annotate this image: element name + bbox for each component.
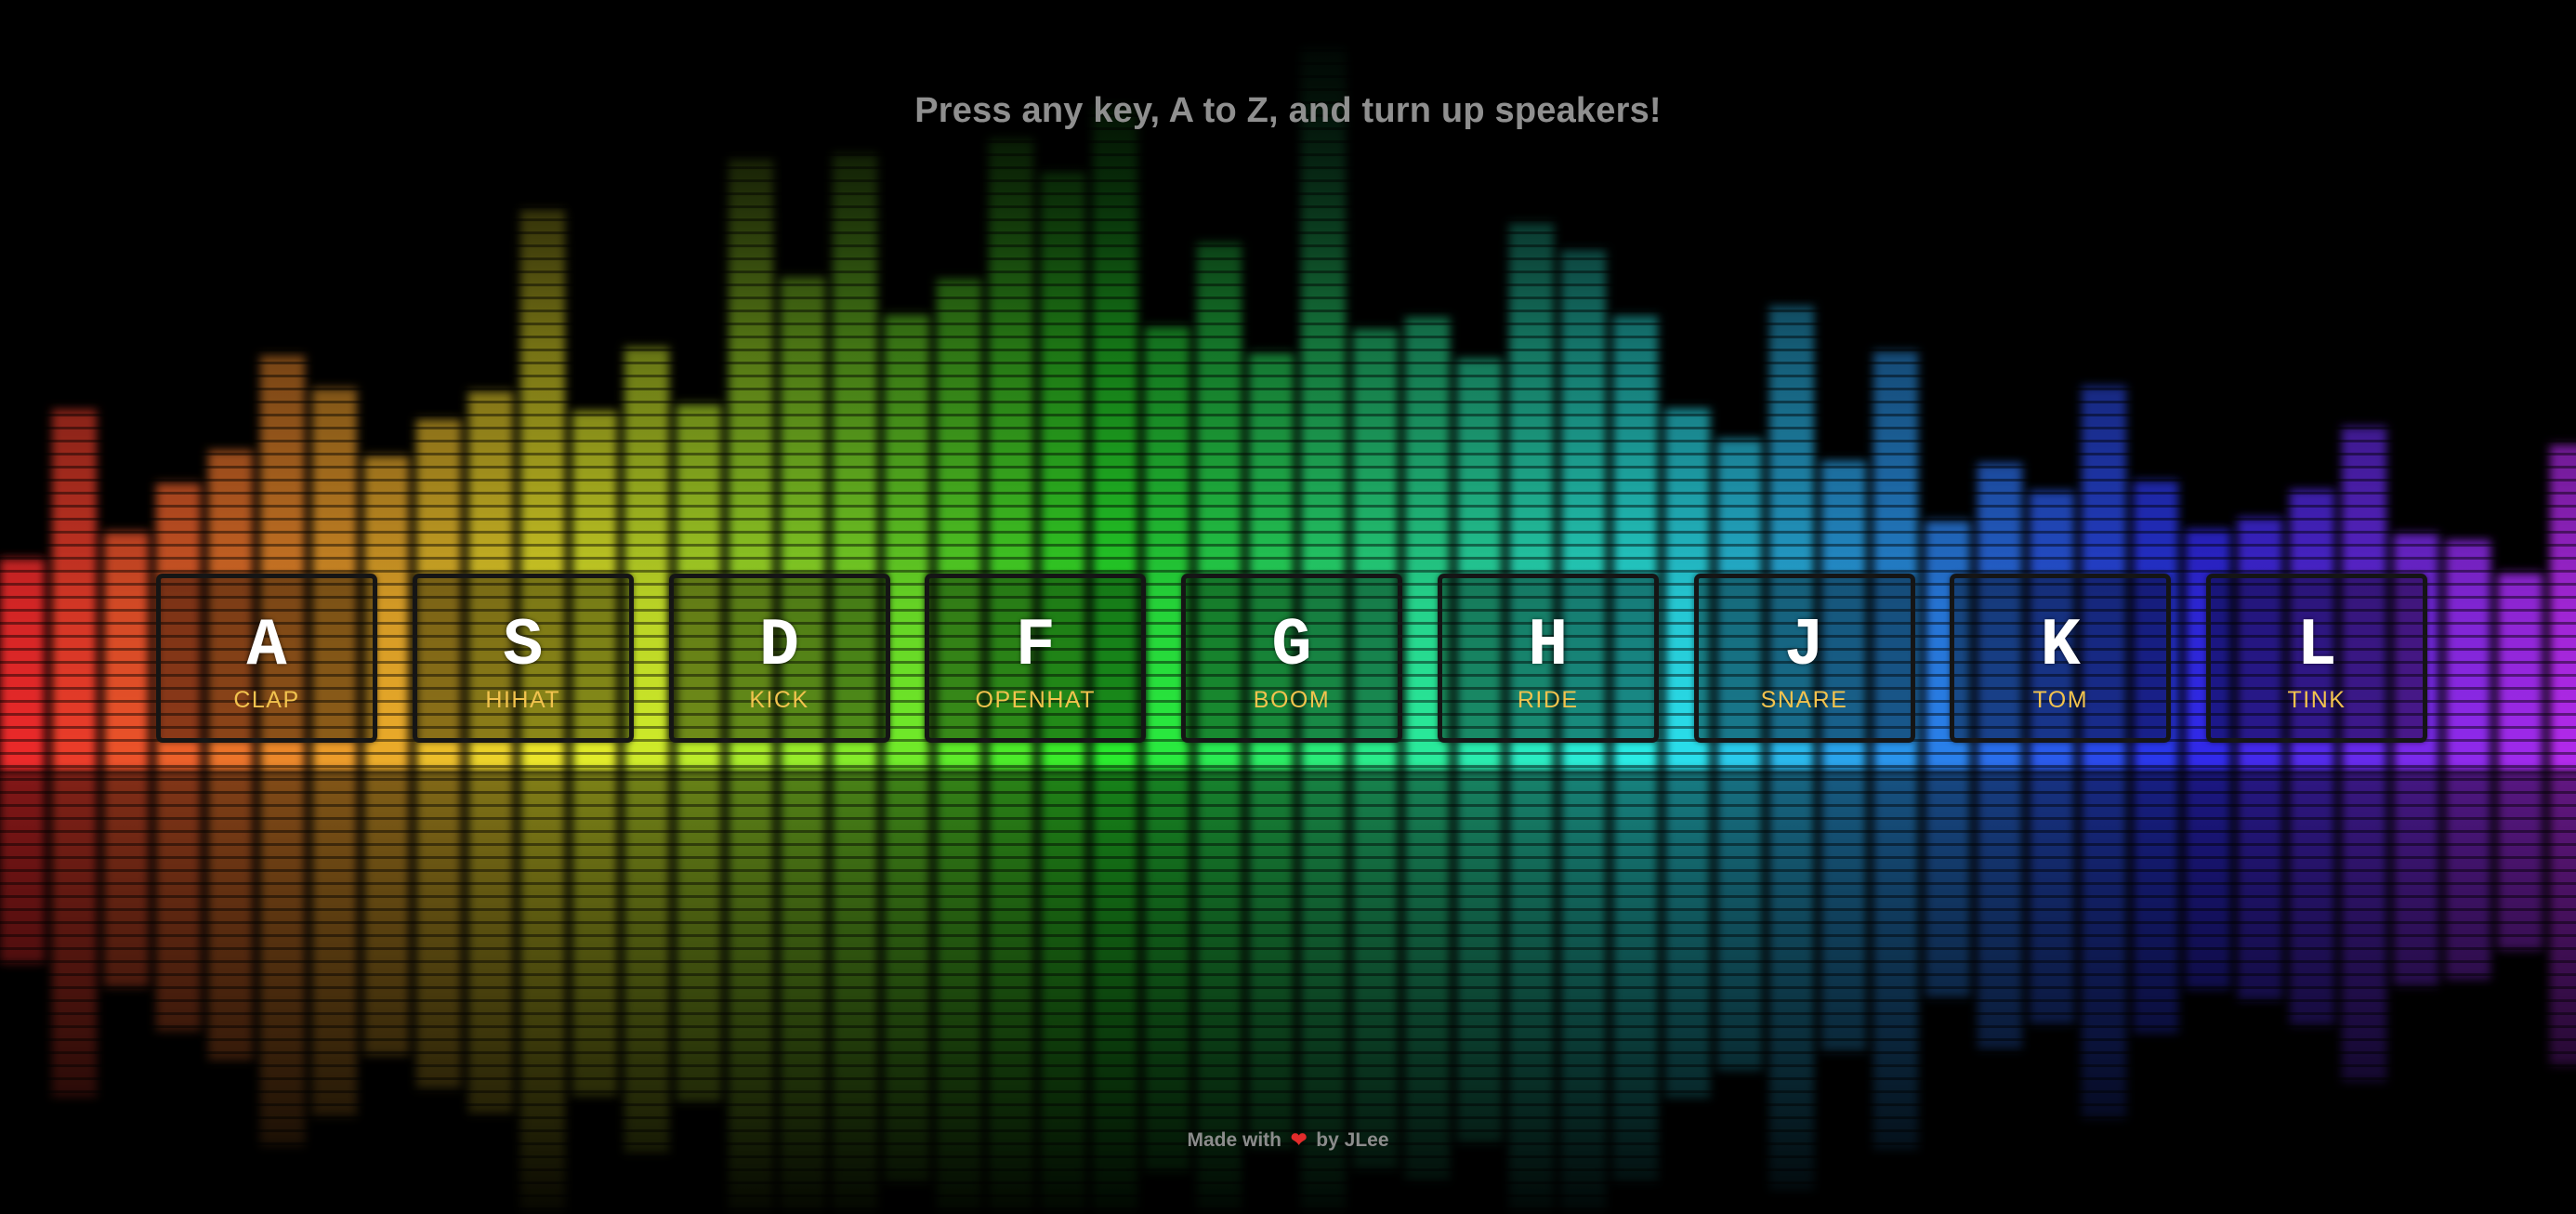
- key-letter: J: [1783, 608, 1825, 684]
- key-j[interactable]: J SNARE: [1693, 574, 1915, 743]
- page-root: Press any key, A to Z, and turn up speak…: [0, 0, 2576, 1214]
- key-letter: K: [2040, 608, 2081, 684]
- key-f[interactable]: F OPENHAT: [925, 574, 1147, 743]
- key-letter: F: [1015, 608, 1056, 684]
- key-letter: D: [758, 608, 800, 684]
- key-sound-label: OPENHAT: [975, 687, 1096, 713]
- key-h[interactable]: H RIDE: [1437, 574, 1659, 743]
- key-s[interactable]: S HIHAT: [412, 574, 634, 743]
- key-sound-label: HIHAT: [485, 687, 561, 713]
- key-g[interactable]: G BOOM: [1181, 574, 1402, 743]
- key-sound-label: KICK: [749, 687, 809, 713]
- key-letter: G: [1271, 608, 1312, 684]
- key-letter: L: [2296, 608, 2337, 684]
- footer-credit: Made with ❤ by JLee: [0, 1128, 2576, 1152]
- key-l[interactable]: L TINK: [2206, 574, 2427, 743]
- key-d[interactable]: D KICK: [668, 574, 890, 743]
- heart-icon: ❤: [1290, 1129, 1308, 1151]
- key-sound-label: TINK: [2287, 687, 2346, 713]
- key-letter: H: [1528, 608, 1569, 684]
- key-sound-label: BOOM: [1253, 687, 1331, 713]
- key-sound-label: SNARE: [1760, 687, 1848, 713]
- footer-author: by JLee: [1316, 1129, 1389, 1151]
- page-instruction: Press any key, A to Z, and turn up speak…: [914, 91, 1662, 130]
- key-sound-label: RIDE: [1517, 687, 1579, 713]
- key-k[interactable]: K TOM: [1950, 574, 2172, 743]
- footer-made-with: Made with: [1187, 1129, 1281, 1151]
- key-sound-label: CLAP: [233, 687, 300, 713]
- drum-key-row: A CLAP S HIHAT D KICK F OPENHAT G BOOM H…: [156, 574, 2427, 743]
- key-a[interactable]: A CLAP: [156, 574, 377, 743]
- key-letter: S: [503, 608, 544, 684]
- key-letter: A: [246, 608, 287, 684]
- key-sound-label: TOM: [2032, 687, 2089, 713]
